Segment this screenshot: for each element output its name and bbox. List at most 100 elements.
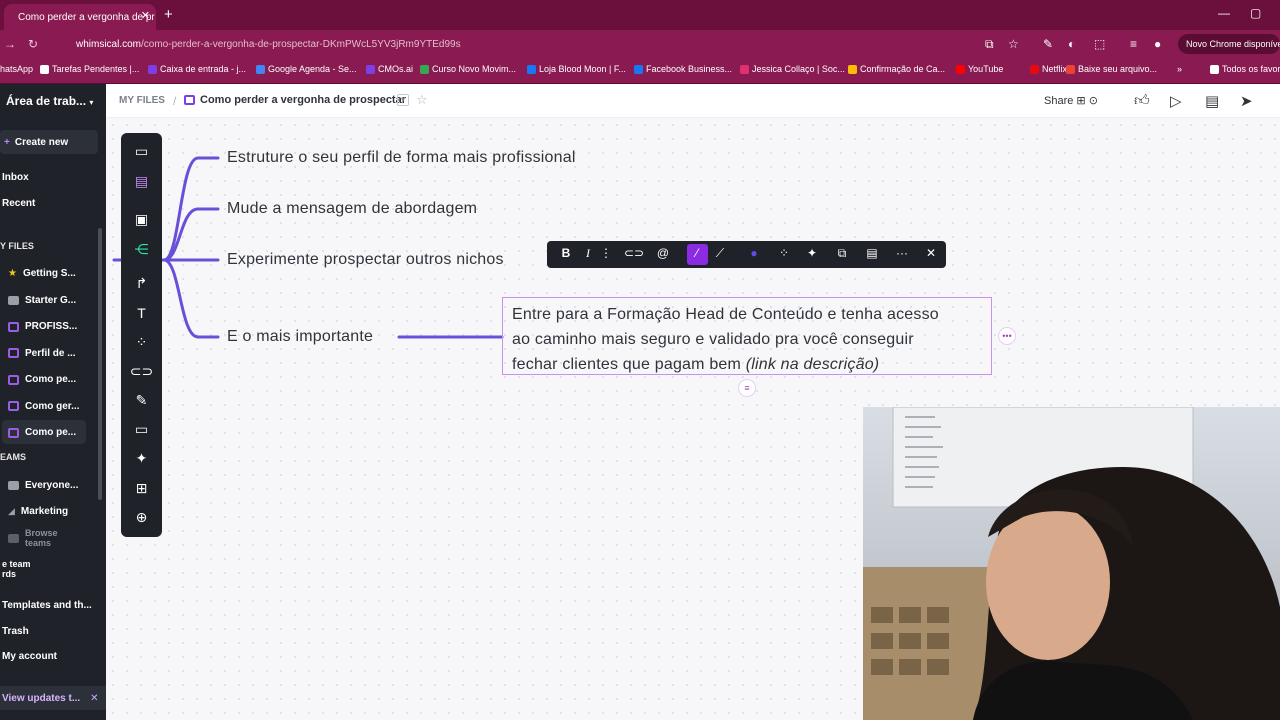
team-boards-link[interactable]: e team rds xyxy=(2,559,31,579)
sidebar-file-item[interactable]: Perfil de ... xyxy=(8,348,76,359)
add-child-handle[interactable]: ••• xyxy=(999,328,1015,344)
breadcrumb-root[interactable]: MY FILES xyxy=(119,95,165,106)
bookmark-label: CMOs.ai xyxy=(378,64,414,74)
megaphone-icon: ◢ xyxy=(8,506,15,516)
mindmap-node-3[interactable]: Experimente prospectar outros nichos xyxy=(227,251,504,269)
sidebar-file-item[interactable]: Como pe... xyxy=(8,374,76,385)
table-icon[interactable]: ⊞ xyxy=(121,480,162,497)
tab-title: Como perder a vergonha de pr xyxy=(18,11,155,23)
sidebar-file-item[interactable]: PROFISS... xyxy=(8,321,77,332)
bookmark-item[interactable]: Tarefas Pendentes |... xyxy=(40,64,139,74)
like-icon[interactable]: 👍︎ xyxy=(1134,92,1150,110)
bookmark-label: Jessica Collaço | Soc... xyxy=(752,64,845,74)
chrome-update-notice[interactable]: Novo Chrome disponível xyxy=(1178,34,1280,54)
mindmap-icon[interactable]: ⋲ xyxy=(121,241,162,258)
bookmark-label: Tarefas Pendentes |... xyxy=(52,64,140,74)
italic-button[interactable]: I xyxy=(579,246,597,261)
more-vertical-icon[interactable]: ⋮ xyxy=(597,246,615,260)
url-input[interactable]: whimsical.com/como-perder-a-vergonha-de-… xyxy=(52,34,972,54)
add-icon[interactable]: ⊕ xyxy=(121,509,162,526)
browse-teams-link[interactable]: Browse teams xyxy=(8,528,68,548)
bookmark-item[interactable]: Todos os favor xyxy=(1210,64,1280,74)
workspace-switcher[interactable]: Área de trab... ▾ xyxy=(6,94,93,108)
wireframe-icon[interactable]: ▣ xyxy=(121,211,162,228)
grid-icon[interactable]: ⁘ xyxy=(121,334,162,351)
bookmark-item[interactable]: hatsApp xyxy=(0,64,33,74)
bookmark-item[interactable]: Google Agenda - Se... xyxy=(256,64,357,74)
sidebar-team-item[interactable]: Everyone... xyxy=(8,480,78,491)
star-icon: ★ xyxy=(8,268,17,279)
card-tool-icon[interactable]: ▭ xyxy=(121,143,162,160)
ai-sparkle-icon[interactable]: ✦ xyxy=(121,450,162,467)
folder-icon xyxy=(8,295,19,305)
sidebar-file-item[interactable]: Starter G... xyxy=(8,295,76,306)
extension-icon[interactable]: ◐ xyxy=(1068,37,1075,51)
bookmark-item[interactable]: CMOs.ai xyxy=(366,64,413,74)
sidebar-item-recent[interactable]: Recent xyxy=(2,198,35,209)
bookmark-item[interactable]: YouTube xyxy=(956,64,1003,74)
minimize-icon[interactable]: — xyxy=(1218,6,1230,20)
add-sibling-handle[interactable]: ≡ xyxy=(739,380,755,396)
line-style-button[interactable] xyxy=(687,244,708,265)
bookmark-label: Caixa de entrada - j... xyxy=(160,64,247,74)
section-icon[interactable]: ▭ xyxy=(121,421,162,438)
sticky-note-icon[interactable]: ▤ xyxy=(121,173,162,190)
bookmark-favicon-icon xyxy=(366,64,375,74)
bookmark-item[interactable]: Confirmação de Ca... xyxy=(848,64,945,74)
bold-button[interactable]: B xyxy=(557,246,575,260)
sidebar-item-inbox[interactable]: Inbox xyxy=(2,172,29,183)
send-icon[interactable]: ➤ xyxy=(1240,92,1253,110)
close-icon[interactable]: ✕ xyxy=(90,693,98,704)
install-icon[interactable]: ⧉ xyxy=(985,37,994,52)
pencil-icon[interactable]: ✎ xyxy=(121,392,162,409)
reload-icon[interactable]: ↻ xyxy=(28,37,38,51)
close-icon[interactable]: ✕ xyxy=(141,9,150,22)
page-title[interactable]: Como perder a vergonha de prospectar xyxy=(200,94,406,106)
forward-icon[interactable]: → xyxy=(4,37,16,51)
restore-icon[interactable]: ▢ xyxy=(1250,6,1261,20)
link-icon[interactable]: ⊂⊃ xyxy=(121,363,162,380)
star-icon[interactable]: ☆ xyxy=(416,92,428,108)
mindmap-node-4[interactable]: E o mais importante xyxy=(227,328,373,346)
bookmark-item[interactable]: Netflix xyxy=(1030,64,1067,74)
sidebar-item-templates[interactable]: Templates and th... xyxy=(2,600,92,611)
bookmark-item[interactable]: Baixe seu arquivo... xyxy=(1066,64,1157,74)
pen-icon[interactable]: ✎ xyxy=(1043,37,1053,51)
mindmap-node-1[interactable]: Estruture o seu perfil de forma mais pro… xyxy=(227,149,576,167)
present-icon[interactable]: ▷ xyxy=(1170,92,1182,110)
sidebar-file-item[interactable]: ★ Getting S... xyxy=(8,268,76,279)
mindmap-node-2[interactable]: Mude a mensagem de abordagem xyxy=(227,200,477,218)
bookmark-item[interactable]: Jessica Collaço | Soc... xyxy=(740,64,845,74)
bookmark-item[interactable]: Curso Novo Movim... xyxy=(420,64,516,74)
sidebar-item-account[interactable]: My account xyxy=(2,651,57,662)
chevron-down-icon[interactable]: ▾ xyxy=(397,94,409,106)
chevron-right-icon[interactable]: » xyxy=(1177,64,1182,74)
sidebar-file-item[interactable]: Como pe... xyxy=(8,427,76,438)
sidebar-scrollbar[interactable] xyxy=(98,228,102,500)
view-updates-banner[interactable]: View updates t... ✕ xyxy=(0,686,106,710)
connector-icon[interactable]: ↱ xyxy=(121,275,162,292)
mention-icon[interactable]: @ xyxy=(654,246,672,260)
bookmark-favicon-icon xyxy=(40,64,49,74)
share-button[interactable]: Share ⊞ ⊙ xyxy=(1044,94,1098,107)
sidebar-item-trash[interactable]: Trash xyxy=(2,626,29,637)
board-icon xyxy=(184,95,195,105)
bookmark-item[interactable]: Caixa de entrada - j... xyxy=(148,64,246,74)
comment-icon[interactable]: ▤ xyxy=(1205,92,1219,110)
sidebar-team-item[interactable]: ◢ Marketing xyxy=(8,506,68,517)
create-new-button[interactable]: + Create new xyxy=(0,130,98,154)
text-icon[interactable]: T xyxy=(121,305,162,321)
sidebar-file-item[interactable]: Como ger... xyxy=(8,401,79,412)
link-icon[interactable]: ⊂⊃ xyxy=(624,246,644,260)
bookmark-item[interactable]: Loja Blood Moon | F... xyxy=(527,64,626,74)
avatar[interactable]: ● xyxy=(1154,37,1161,51)
selected-text-node[interactable]: Entre para a Formação Head de Conteúdo e… xyxy=(502,297,992,375)
new-tab-button[interactable]: + xyxy=(164,6,173,23)
url-host: whimsical.com xyxy=(76,38,142,50)
my-files-heading: Y FILES xyxy=(0,241,34,251)
puzzle-icon[interactable]: ⬚ xyxy=(1094,37,1105,51)
browser-tab[interactable]: Como perder a vergonha de pr ✕ xyxy=(4,4,156,30)
star-icon[interactable]: ☆ xyxy=(1008,37,1019,51)
media-icon[interactable]: ≡ xyxy=(1130,37,1137,51)
bookmark-item[interactable]: Facebook Business... xyxy=(634,64,732,74)
